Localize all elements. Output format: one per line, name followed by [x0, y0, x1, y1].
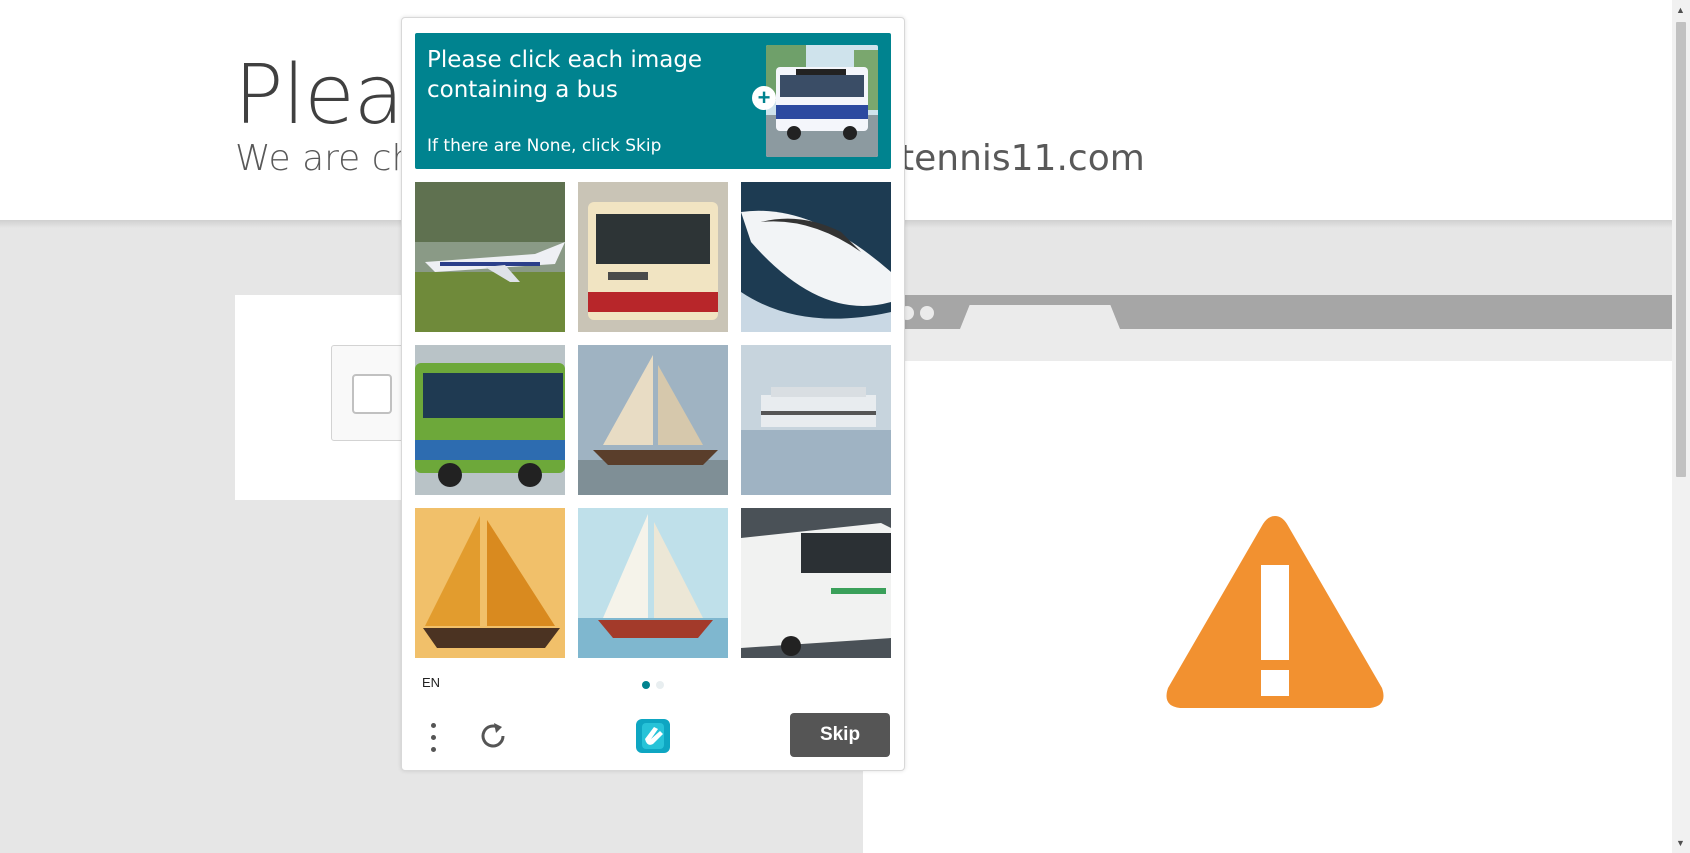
image-tile-cruise-ship[interactable] — [741, 345, 891, 495]
skip-button[interactable]: Skip — [790, 713, 890, 757]
browser-illustration-addressbar — [863, 329, 1672, 361]
hcaptcha-challenge: Please click each image containing a bus… — [401, 17, 905, 771]
image-tile-green-bus[interactable] — [415, 345, 565, 495]
hcaptcha-logo-icon[interactable] — [632, 715, 674, 762]
image-grid — [415, 182, 891, 668]
captcha-checkbox[interactable] — [352, 374, 392, 414]
challenge-prompt-text: Please click each image containing a bus — [427, 47, 703, 103]
browser-dot — [920, 306, 934, 320]
image-tile-jet[interactable] — [415, 182, 565, 332]
image-tile-orange-sailboat[interactable] — [415, 508, 565, 658]
scroll-up-icon[interactable]: ▲ — [1676, 5, 1685, 15]
image-tile-schooner[interactable] — [578, 345, 728, 495]
scroll-down-icon[interactable]: ▼ — [1676, 838, 1685, 848]
image-tile-speedboat[interactable] — [741, 182, 891, 332]
scrollbar-thumb[interactable] — [1676, 22, 1686, 477]
page-scrollbar[interactable]: ▲ ▼ — [1672, 0, 1690, 853]
challenge-prompt: Please click each image containing a bus… — [415, 33, 891, 169]
image-tile-white-sailboat[interactable] — [578, 508, 728, 658]
menu-dots-icon[interactable] — [428, 721, 438, 755]
page-dot — [656, 681, 664, 689]
browser-tab-shape — [960, 305, 1120, 329]
refresh-icon[interactable] — [477, 720, 509, 757]
image-tile-white-bus[interactable] — [741, 508, 891, 658]
language-selector[interactable]: EN — [422, 675, 440, 690]
challenge-hint: If there are None, click Skip — [427, 136, 662, 156]
warning-icon — [1160, 510, 1390, 720]
page-dot-active — [642, 681, 650, 689]
page-subtitle-end: tennis11.com — [900, 138, 1145, 179]
plus-icon[interactable]: + — [752, 86, 776, 110]
example-image — [766, 45, 878, 157]
image-tile-red-bus[interactable] — [578, 182, 728, 332]
